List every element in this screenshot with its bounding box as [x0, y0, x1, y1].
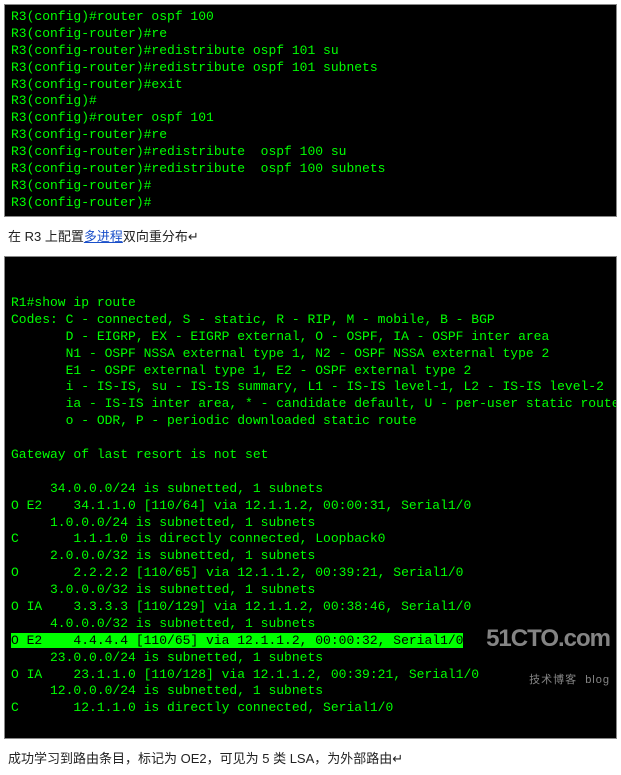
- caption-1-post: 双向重分布: [123, 229, 188, 244]
- caption-2-text: 成功学习到路由条目，标记为 OE2，可见为 5 类 LSA，为外部路由: [8, 751, 392, 766]
- terminal-line: R3(config-router)#re: [11, 26, 610, 43]
- terminal-line: 12.0.0.0/24 is subnetted, 1 subnets: [11, 683, 610, 700]
- terminal-line: R3(config-router)#: [11, 178, 610, 195]
- caption-2: 成功学习到路由条目，标记为 OE2，可见为 5 类 LSA，为外部路由↵: [0, 743, 621, 775]
- terminal-line: 4.0.0.0/32 is subnetted, 1 subnets: [11, 616, 610, 633]
- terminal-line: [11, 430, 610, 447]
- terminal-line: 34.0.0.0/24 is subnetted, 1 subnets: [11, 481, 610, 498]
- terminal-line: R3(config)#router ospf 101: [11, 110, 610, 127]
- caption-1-link[interactable]: 多进程: [84, 229, 123, 244]
- terminal-line: o - ODR, P - periodic downloaded static …: [11, 413, 610, 430]
- terminal-line: O IA 23.1.1.0 [110/128] via 12.1.1.2, 00…: [11, 667, 610, 684]
- caption-1: 在 R3 上配置多进程双向重分布↵: [0, 221, 621, 253]
- terminal-line: R3(config-router)#: [11, 195, 610, 212]
- terminal-line: O IA 3.3.3.3 [110/129] via 12.1.1.2, 00:…: [11, 599, 610, 616]
- terminal-line: [11, 464, 610, 481]
- terminal-line: R3(config-router)#redistribute ospf 100 …: [11, 144, 610, 161]
- arrow-icon: ↵: [392, 751, 403, 766]
- terminal-line: Codes: C - connected, S - static, R - RI…: [11, 312, 610, 329]
- terminal-line: 1.0.0.0/24 is subnetted, 1 subnets: [11, 515, 610, 532]
- terminal-line: O 2.2.2.2 [110/65] via 12.1.1.2, 00:39:2…: [11, 565, 610, 582]
- terminal-line: C 1.1.1.0 is directly connected, Loopbac…: [11, 531, 610, 548]
- terminal-line-highlight: O E2 4.4.4.4 [110/65] via 12.1.1.2, 00:0…: [11, 633, 610, 650]
- terminal-line: R3(config)#router ospf 100: [11, 9, 610, 26]
- terminal-line: E1 - OSPF external type 1, E2 - OSPF ext…: [11, 363, 610, 380]
- terminal-line: Gateway of last resort is not set: [11, 447, 610, 464]
- arrow-icon: ↵: [188, 229, 199, 244]
- terminal-line: O E2 34.1.1.0 [110/64] via 12.1.1.2, 00:…: [11, 498, 610, 515]
- terminal-line: ia - IS-IS inter area, * - candidate def…: [11, 396, 610, 413]
- terminal-line: C 12.1.1.0 is directly connected, Serial…: [11, 700, 610, 717]
- terminal-ospf-config: R3(config)#router ospf 100R3(config-rout…: [4, 4, 617, 217]
- terminal-line: 2.0.0.0/32 is subnetted, 1 subnets: [11, 548, 610, 565]
- terminal-line: i - IS-IS, su - IS-IS summary, L1 - IS-I…: [11, 379, 610, 396]
- terminal-line: N1 - OSPF NSSA external type 1, N2 - OSP…: [11, 346, 610, 363]
- terminal-line: 3.0.0.0/32 is subnetted, 1 subnets: [11, 582, 610, 599]
- terminal-line: R1#show ip route: [11, 295, 610, 312]
- terminal-line: 23.0.0.0/24 is subnetted, 1 subnets: [11, 650, 610, 667]
- terminal-line: R3(config-router)#redistribute ospf 100 …: [11, 161, 610, 178]
- terminal-line: R3(config-router)#redistribute ospf 101 …: [11, 60, 610, 77]
- terminal-line: R3(config)#: [11, 93, 610, 110]
- terminal-line: R3(config-router)#re: [11, 127, 610, 144]
- terminal-ip-route: R1#show ip routeCodes: C - connected, S …: [4, 256, 617, 739]
- terminal-line: R3(config-router)#exit: [11, 77, 610, 94]
- caption-1-pre: 在 R3 上配置: [8, 229, 84, 244]
- terminal-line: R3(config-router)#redistribute ospf 101 …: [11, 43, 610, 60]
- terminal-line: D - EIGRP, EX - EIGRP external, O - OSPF…: [11, 329, 610, 346]
